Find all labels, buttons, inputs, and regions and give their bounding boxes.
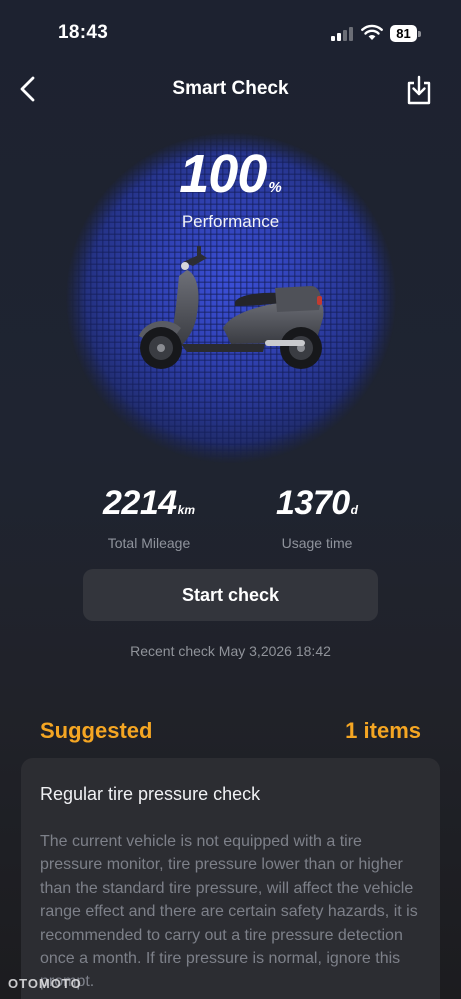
recent-check-timestamp: Recent check May 3,2026 18:42 xyxy=(130,643,331,659)
performance-score-unit: % xyxy=(268,179,282,196)
usage-time-value: 1370 xyxy=(276,484,350,522)
wifi-icon xyxy=(361,24,383,40)
page-title: Smart Check xyxy=(172,78,289,99)
usage-time-unit: d xyxy=(350,503,358,517)
status-time: 18:43 xyxy=(58,22,109,43)
performance-label: Performance xyxy=(181,212,280,231)
battery-tip xyxy=(418,31,421,37)
usage-time-label: Usage time xyxy=(281,535,353,551)
scooter-image xyxy=(139,246,324,369)
download-tray-icon xyxy=(407,75,431,105)
suggestion-description: The current vehicle is not equipped with… xyxy=(40,833,418,991)
suggested-count: 1 items xyxy=(345,718,421,743)
nav-bar: Smart Check xyxy=(0,66,461,114)
suggested-section-title: Suggested xyxy=(40,718,153,743)
total-mileage-value: 2214 xyxy=(103,484,177,522)
suggestion-title: Regular tire pressure check xyxy=(40,784,261,804)
watermark-logo: OTOMOTO xyxy=(8,976,82,991)
performance-score: 100% xyxy=(0,143,461,205)
total-mileage-unit: km xyxy=(177,503,195,517)
start-check-button[interactable]: Start check xyxy=(83,569,378,621)
battery-icon: 81 xyxy=(390,25,417,42)
status-bar: 18:43 81 xyxy=(0,0,461,66)
performance-score-value: 100 xyxy=(179,144,267,204)
export-button[interactable] xyxy=(404,74,434,106)
suggestion-card[interactable]: Regular tire pressure check The current … xyxy=(21,758,440,999)
usage-time-stat: 1370d Usage time xyxy=(217,484,417,551)
cellular-signal-icon xyxy=(331,27,353,41)
